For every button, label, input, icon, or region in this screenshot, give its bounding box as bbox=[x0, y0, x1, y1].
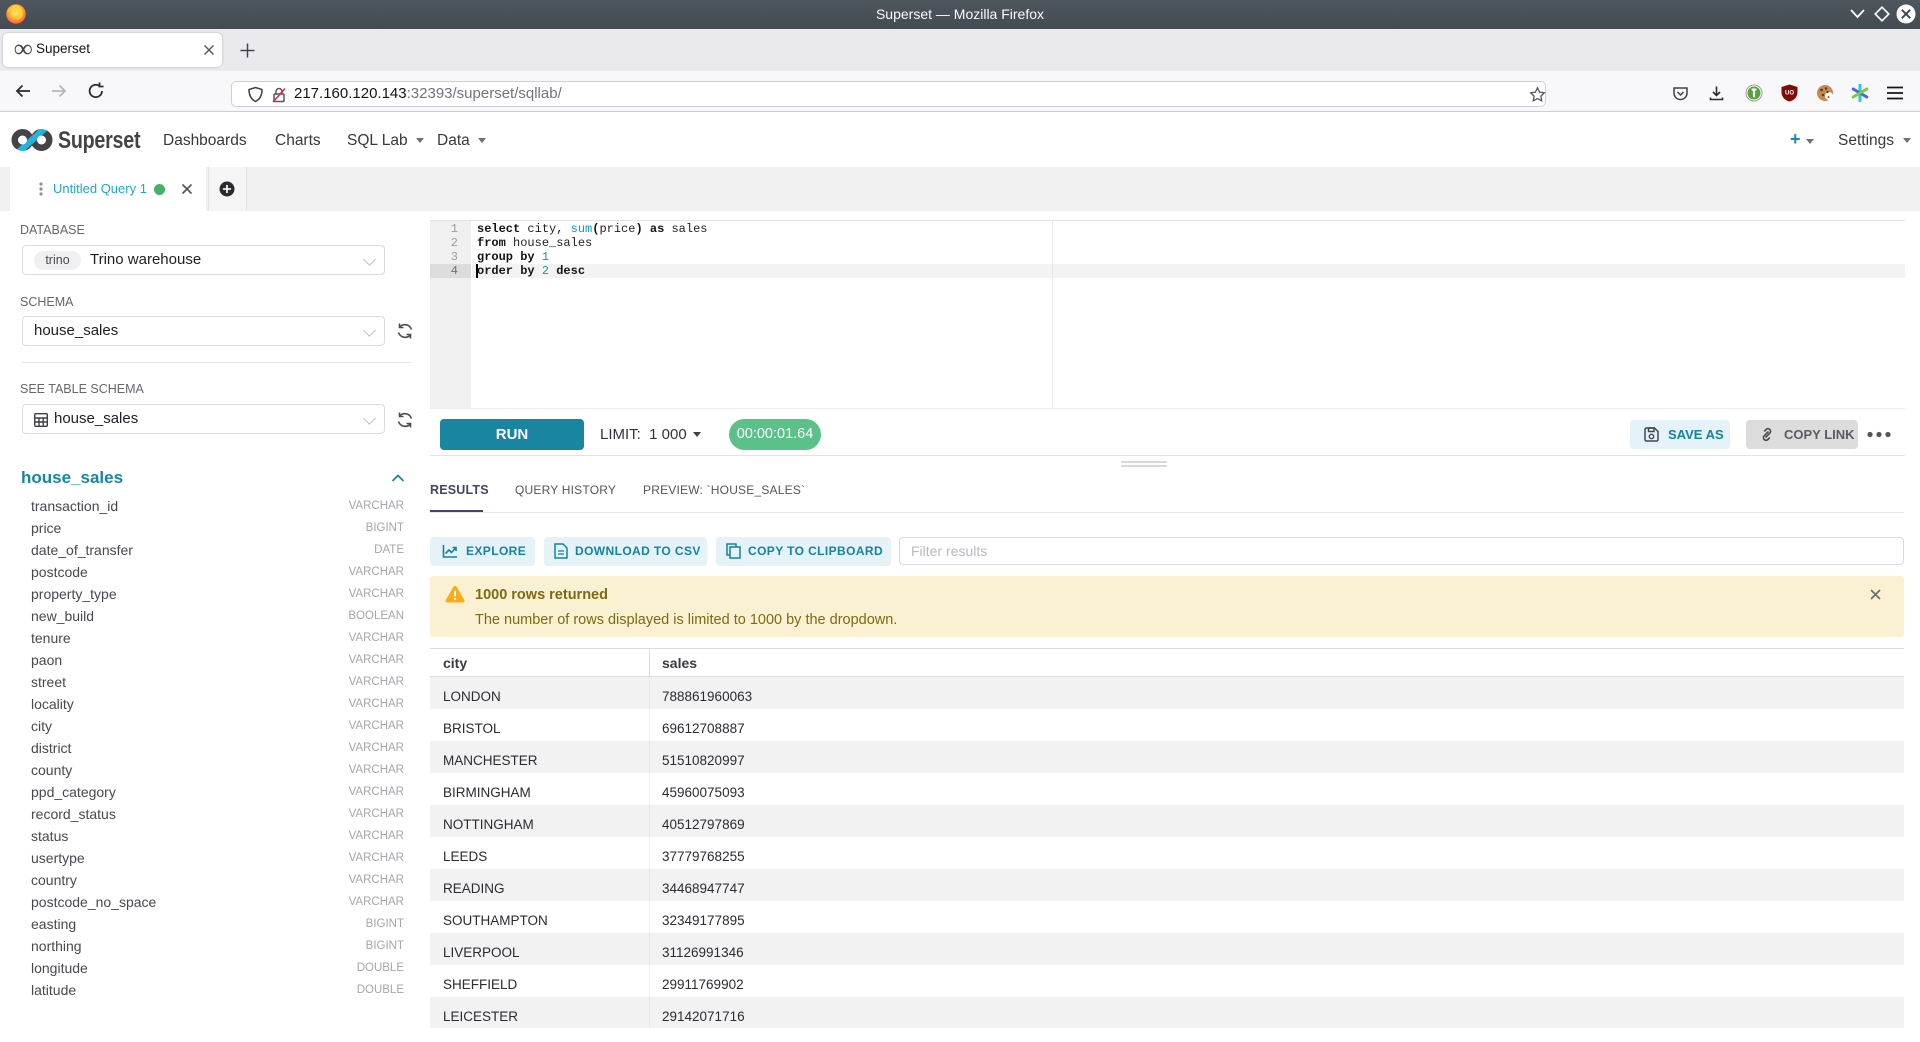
svg-text:UO: UO bbox=[1785, 91, 1794, 97]
